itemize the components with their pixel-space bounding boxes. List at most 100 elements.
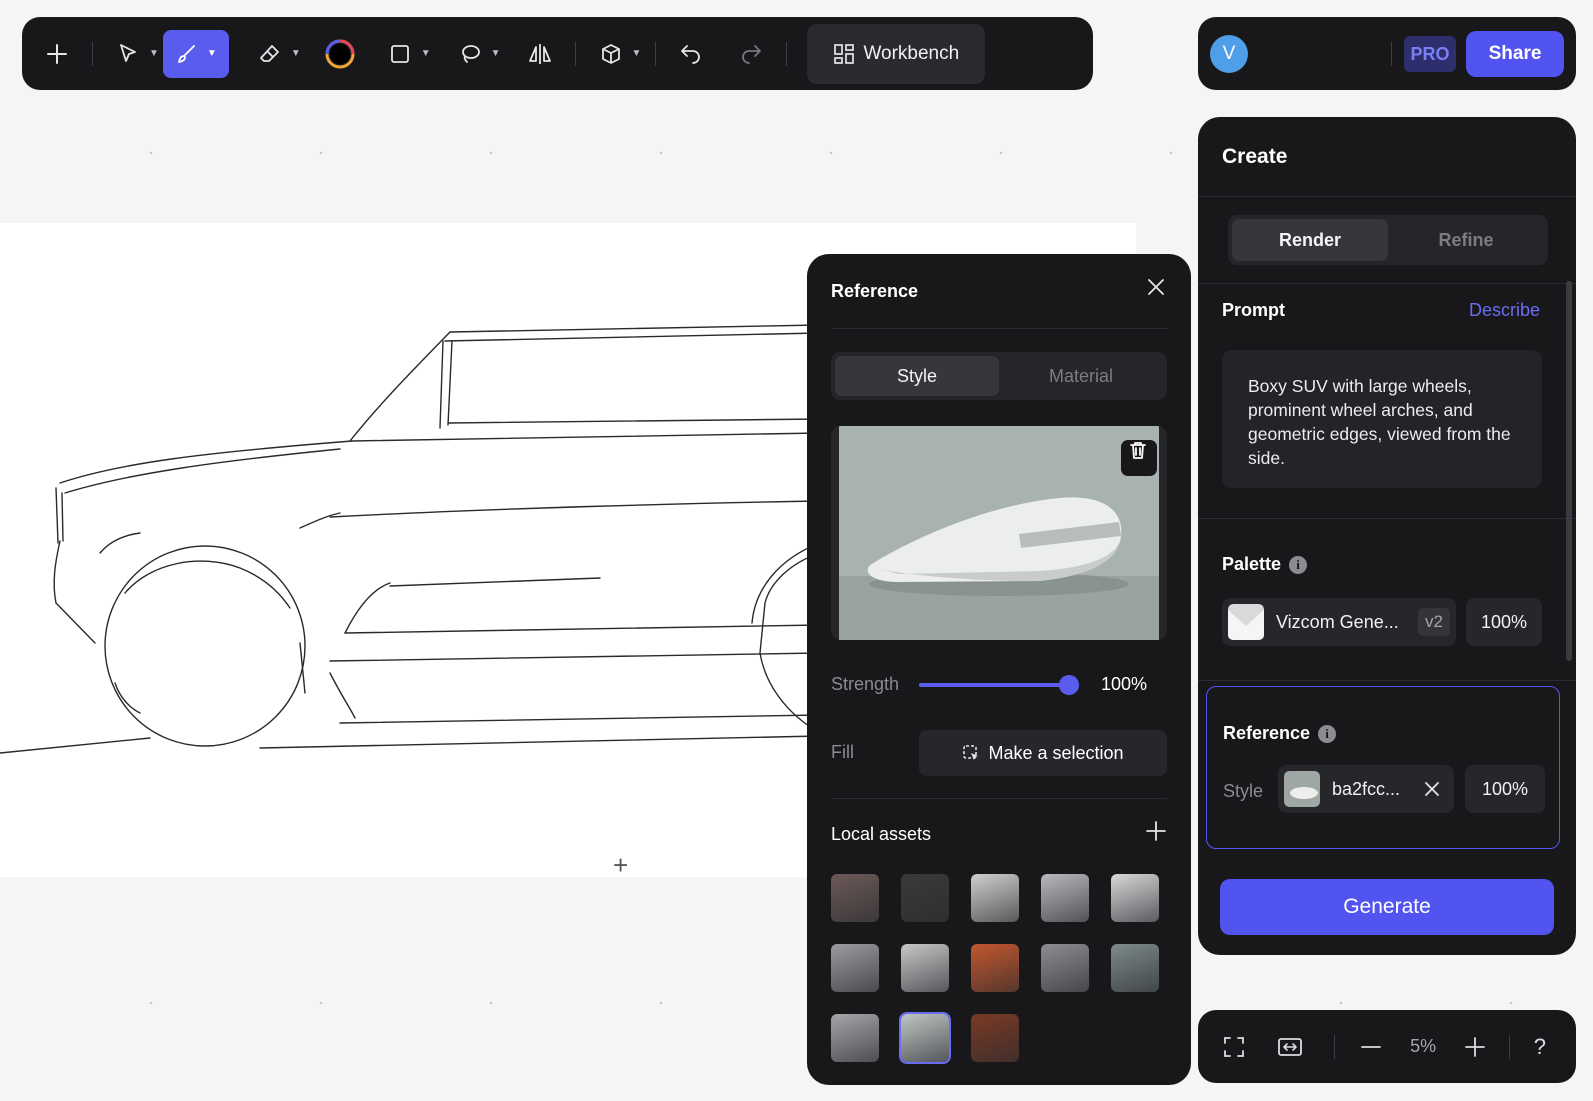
chevron-down-icon[interactable]: ▼ (632, 48, 642, 59)
palette-label: Palette i (1222, 554, 1308, 575)
userbar-divider (1391, 41, 1392, 66)
local-asset-thumbnail[interactable] (1041, 944, 1089, 992)
avatar[interactable]: V (1210, 34, 1248, 73)
reference-label-text: Reference (1223, 723, 1311, 743)
strength-value: 100% (1101, 674, 1148, 694)
reference-type-tabs: Style Material (831, 352, 1167, 400)
chevron-down-icon[interactable]: ▼ (291, 48, 301, 59)
local-asset-thumbnail[interactable] (901, 944, 949, 992)
tab-style[interactable]: Style (835, 356, 999, 396)
panel-title: Create (1222, 145, 1288, 168)
toolbar-divider (655, 41, 657, 66)
local-asset-thumbnail[interactable] (899, 1012, 951, 1064)
add-button[interactable] (36, 30, 78, 78)
cube-icon (601, 43, 620, 64)
tab-material[interactable]: Material (999, 356, 1163, 396)
local-asset-thumbnail[interactable] (971, 944, 1019, 992)
local-asset-thumbnail[interactable] (1111, 874, 1159, 922)
local-assets-grid (831, 874, 1171, 1064)
make-selection-label: Make a selection (988, 742, 1124, 763)
select-tool-button[interactable] (107, 30, 149, 78)
local-asset-thumbnail[interactable] (1041, 874, 1089, 922)
make-selection-button[interactable]: Make a selection (919, 730, 1167, 776)
chevron-down-icon[interactable]: ▼ (421, 48, 431, 59)
main-toolbar: ▼ ▼ ▼ ▼ ▼ ▼ Workbench (22, 17, 1093, 90)
minus-icon (1361, 1045, 1382, 1048)
slider-fill (919, 683, 1069, 687)
rectangle-icon (390, 44, 409, 63)
local-asset-thumbnail[interactable] (971, 874, 1019, 922)
workbench-button[interactable]: Workbench (807, 23, 986, 84)
selection-icon (963, 745, 979, 760)
prompt-label: Prompt (1222, 300, 1285, 320)
local-asset-thumbnail[interactable] (1111, 944, 1159, 992)
panel-title: Reference (831, 281, 919, 301)
render-mode-tabs: Render Refine (1228, 215, 1548, 265)
help-button[interactable]: ? (1526, 1034, 1554, 1060)
palette-version-badge: v2 (1418, 608, 1450, 636)
plus-icon (1464, 1036, 1485, 1057)
layout-grid-icon (834, 43, 855, 64)
color-picker-button[interactable] (319, 30, 361, 78)
pro-badge[interactable]: PRO (1404, 36, 1456, 72)
toolbar-divider (92, 41, 93, 66)
rectangle-tool-button[interactable] (379, 30, 421, 78)
add-icon[interactable] (1145, 820, 1167, 842)
fit-to-screen-button[interactable] (1276, 1035, 1304, 1059)
tab-refine[interactable]: Refine (1388, 219, 1544, 261)
brush-tool-button[interactable]: ▼ (162, 29, 229, 78)
strength-label: Strength (831, 674, 900, 694)
local-asset-thumbnail[interactable] (831, 944, 879, 992)
local-asset-thumbnail[interactable] (831, 874, 879, 922)
describe-button[interactable]: Describe (1469, 300, 1540, 321)
generate-button[interactable]: Generate (1220, 879, 1554, 935)
info-icon[interactable]: i (1289, 555, 1308, 574)
eraser-icon (259, 44, 279, 62)
local-asset-thumbnail[interactable] (831, 1014, 879, 1062)
tab-render[interactable]: Render (1232, 219, 1388, 261)
fill-label: Fill (831, 742, 854, 762)
prompt-input[interactable]: Boxy SUV with large wheels, prominent wh… (1222, 350, 1542, 488)
local-assets-label: Local assets (831, 824, 932, 844)
mirror-tool-button[interactable] (519, 30, 561, 78)
info-icon[interactable]: i (1318, 724, 1337, 743)
palette-selector[interactable]: Vizcom Gene... v2 (1222, 598, 1456, 646)
zoom-out-button[interactable] (1357, 1035, 1385, 1059)
undo-button[interactable] (670, 30, 712, 78)
strength-slider[interactable] (919, 675, 1079, 695)
user-bar: V PRO Share (1198, 17, 1576, 90)
3d-tool-button[interactable] (590, 30, 632, 78)
chevron-down-icon[interactable]: ▼ (149, 48, 159, 59)
palette-thumbnail (1228, 604, 1264, 640)
divider (1198, 196, 1576, 197)
zoom-in-button[interactable] (1461, 1035, 1489, 1059)
select-icon (120, 43, 136, 62)
reference-thumbnail (1284, 771, 1320, 807)
fullscreen-icon (1224, 1036, 1245, 1057)
reference-strength[interactable]: 100% (1465, 765, 1545, 813)
chevron-down-icon[interactable]: ▼ (207, 48, 217, 59)
local-asset-thumbnail[interactable] (901, 874, 949, 922)
reference-label: Reference i (1223, 723, 1337, 744)
local-asset-thumbnail[interactable] (971, 1014, 1019, 1062)
redo-button[interactable] (730, 30, 772, 78)
share-button[interactable]: Share (1466, 31, 1564, 77)
chevron-down-icon[interactable]: ▼ (491, 48, 501, 59)
palette-strength[interactable]: 100% (1466, 598, 1542, 646)
reference-type-label: Style (1223, 781, 1264, 801)
reference-chip[interactable]: ba2fcc... (1278, 765, 1454, 813)
divider (831, 798, 1167, 799)
slider-handle[interactable] (1059, 675, 1079, 695)
divider (831, 328, 1167, 329)
delete-reference-button[interactable] (1121, 440, 1157, 476)
fullscreen-button[interactable] (1220, 1035, 1248, 1059)
reference-name: ba2fcc... (1332, 778, 1401, 799)
lasso-tool-button[interactable] (449, 30, 491, 78)
scrollbar[interactable] (1566, 281, 1572, 661)
close-icon[interactable] (1424, 781, 1440, 797)
toolbar-divider (574, 41, 576, 66)
close-icon[interactable] (1147, 278, 1165, 296)
create-panel: Create Render Refine Prompt Describe Box… (1198, 117, 1576, 955)
eraser-tool-button[interactable] (249, 30, 291, 78)
reference-preview[interactable] (831, 426, 1167, 640)
